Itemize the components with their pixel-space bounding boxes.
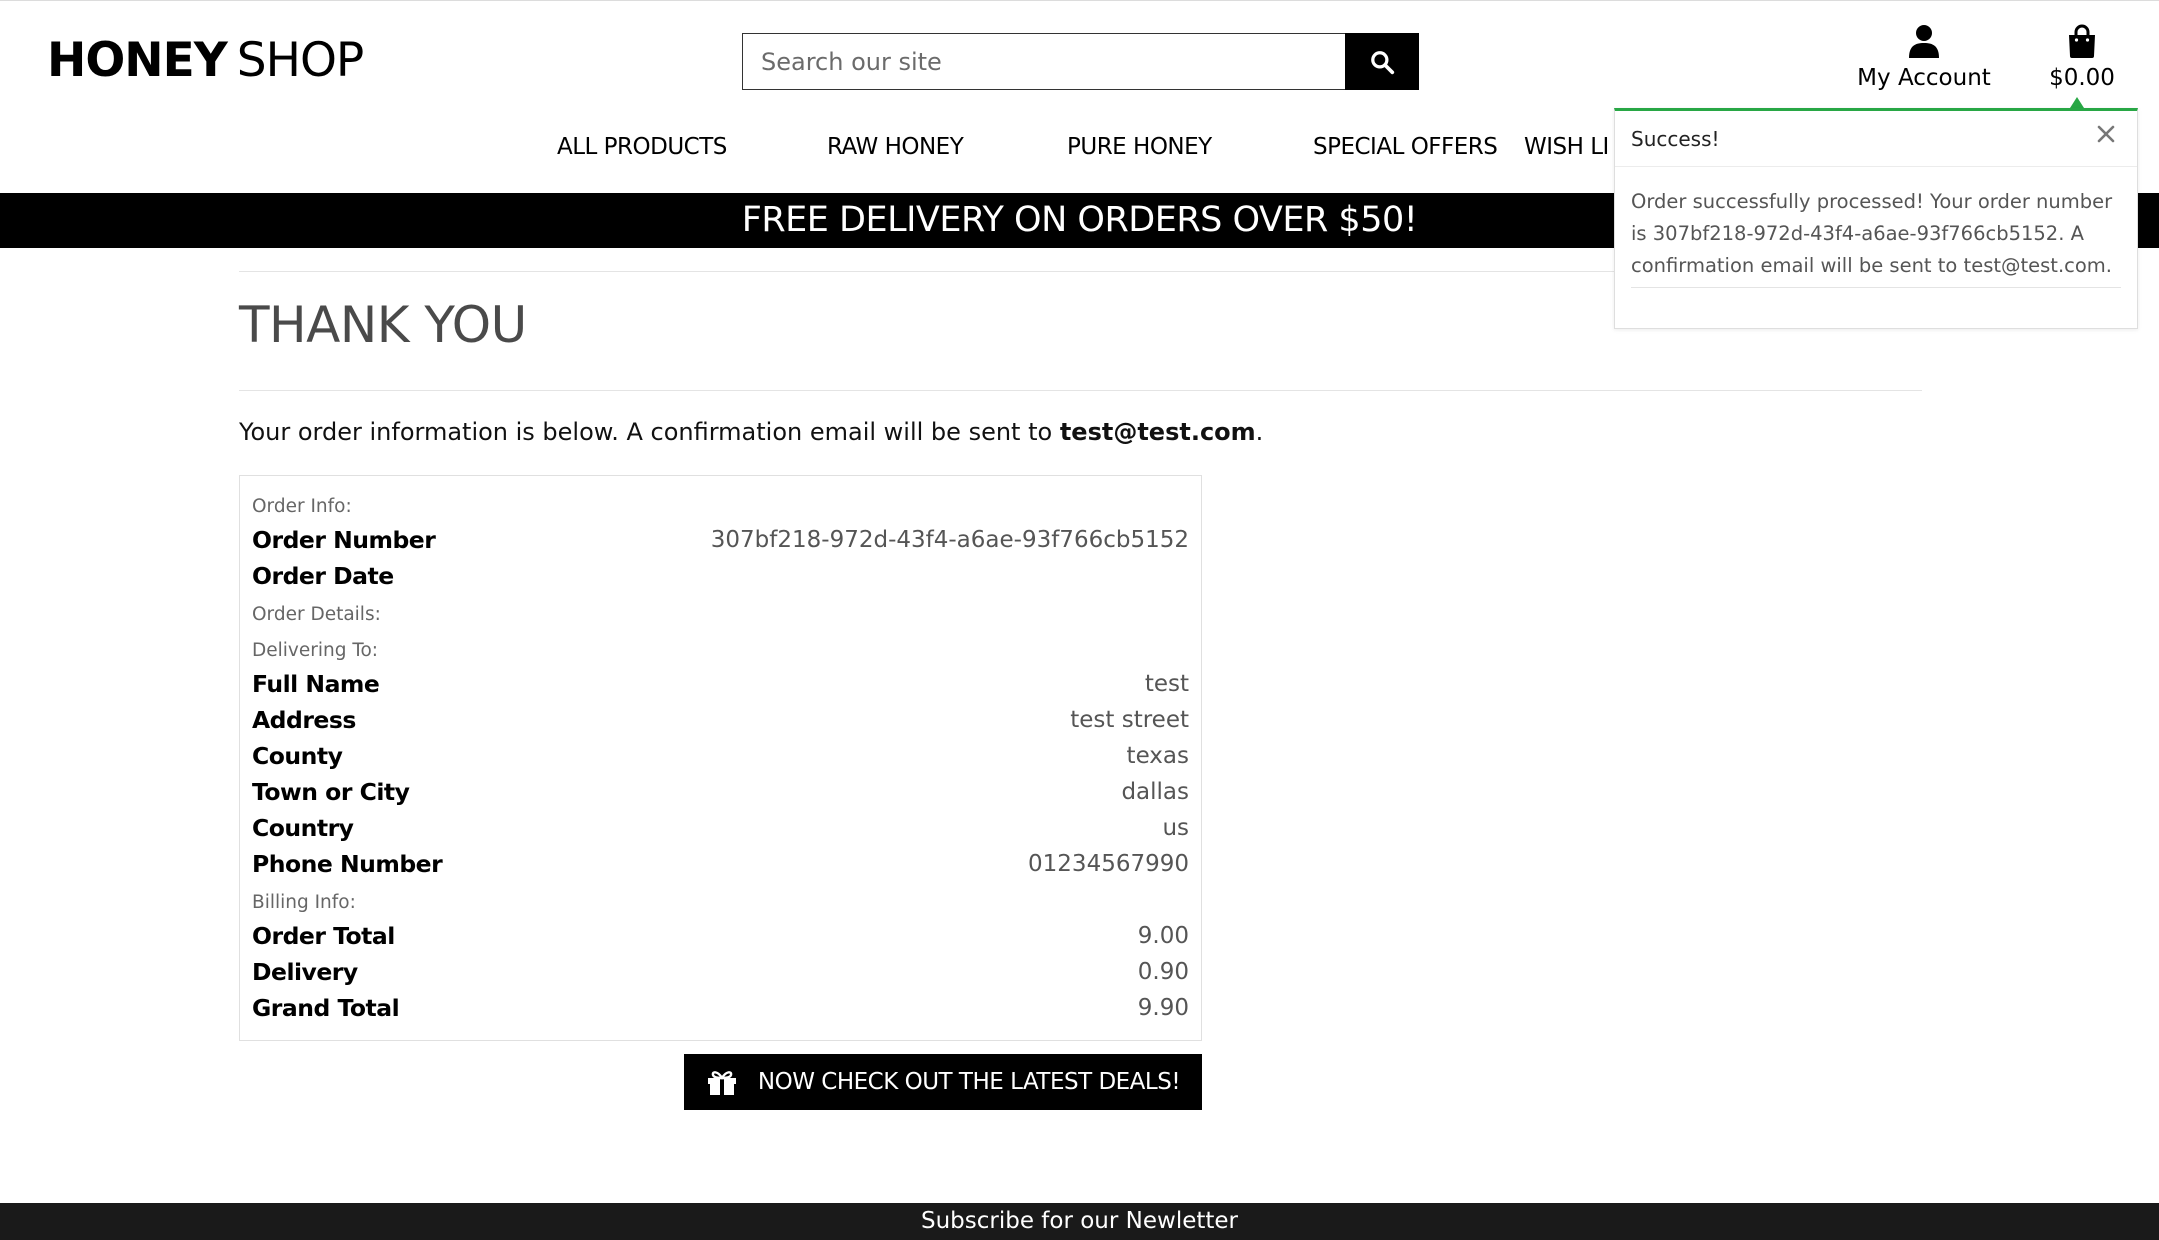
section-delivering-to: Delivering To: [252, 640, 379, 661]
order-date-label: Order Date [252, 562, 394, 590]
intro-end: . [1255, 418, 1264, 446]
toast-close-button[interactable] [2093, 121, 2119, 147]
town-label: Town or City [252, 778, 410, 806]
intro-email: test@test.com [1059, 418, 1256, 446]
search-input[interactable] [742, 33, 1345, 90]
address-value: test street [1070, 707, 1189, 733]
divider [239, 390, 1922, 391]
user-icon [1909, 25, 1939, 58]
phone-value: 01234567990 [1028, 851, 1189, 877]
order-total-value: 9.00 [1137, 923, 1189, 949]
phone-label: Phone Number [252, 850, 443, 878]
nav-pure-honey[interactable]: PURE HONEY [1067, 134, 1212, 170]
address-row: Address test street [252, 706, 1189, 734]
full-name-label: Full Name [252, 670, 380, 698]
toast-divider [1615, 166, 2137, 167]
search-form [742, 33, 1419, 90]
delivery-label: Delivery [252, 958, 358, 986]
nav-raw-honey[interactable]: RAW HONEY [827, 134, 964, 170]
county-row: County texas [252, 742, 1189, 770]
county-value: texas [1126, 743, 1189, 769]
grand-total-value: 9.90 [1137, 995, 1189, 1021]
page-title: THANK YOU [239, 296, 527, 354]
logo-light-text: SHOP [236, 33, 365, 88]
grand-total-row: Grand Total 9.90 [252, 994, 1189, 1022]
toast-arrow [2070, 97, 2084, 108]
shopping-bag-link[interactable]: $0.00 [2044, 24, 2120, 91]
order-intro-text: Your order information is below. A confi… [239, 418, 1263, 446]
section-billing-info: Billing Info: [252, 892, 356, 913]
search-button[interactable] [1345, 33, 1419, 90]
my-account-link[interactable]: My Account [1856, 24, 1992, 91]
bag-total: $0.00 [2049, 65, 2115, 91]
site-logo[interactable]: HONEY SHOP [47, 30, 365, 92]
gift-icon [707, 1071, 736, 1095]
delivery-row: Delivery 0.90 [252, 958, 1189, 986]
order-number-row: Order Number 307bf218-972d-43f4-a6ae-93f… [252, 526, 1189, 554]
shopping-bag-icon [2069, 24, 2095, 58]
delivery-value: 0.90 [1137, 959, 1189, 985]
close-icon [2097, 125, 2115, 143]
section-order-info: Order Info: [252, 496, 352, 517]
full-name-row: Full Name test [252, 670, 1189, 698]
newsletter-footer: Subscribe for our Newletter [0, 1203, 2159, 1240]
top-border [0, 0, 2159, 1]
order-summary: Order Info: Order Number 307bf218-972d-4… [239, 475, 1202, 1041]
country-row: Country us [252, 814, 1189, 842]
section-order-details: Order Details: [252, 604, 381, 625]
toast-title: Success! [1631, 127, 1720, 151]
county-label: County [252, 742, 343, 770]
latest-deals-label: NOW CHECK OUT THE LATEST DEALS! [757, 1069, 1181, 1095]
order-number-value: 307bf218-972d-43f4-a6ae-93f766cb5152 [710, 527, 1189, 553]
nav-wish-list[interactable]: WISH LI [1524, 134, 1609, 170]
order-total-label: Order Total [252, 922, 395, 950]
order-date-row: Order Date [252, 562, 1189, 590]
nav-special-offers[interactable]: SPECIAL OFFERS [1313, 134, 1498, 170]
order-number-label: Order Number [252, 526, 436, 554]
order-total-row: Order Total 9.00 [252, 922, 1189, 950]
my-account-label: My Account [1857, 65, 1991, 91]
toast-message: Order successfully processed! Your order… [1631, 190, 2113, 277]
country-value: us [1162, 815, 1189, 841]
intro-text: Your order information is below. A confi… [239, 418, 1060, 446]
address-label: Address [252, 706, 356, 734]
logo-bold-text: HONEY [47, 33, 228, 88]
nav-all-products[interactable]: ALL PRODUCTS [557, 134, 727, 170]
phone-row: Phone Number 01234567990 [252, 850, 1189, 878]
town-row: Town or City dallas [252, 778, 1189, 806]
full-name-value: test [1144, 671, 1189, 697]
latest-deals-button[interactable]: NOW CHECK OUT THE LATEST DEALS! [684, 1054, 1202, 1110]
country-label: Country [252, 814, 354, 842]
town-value: dallas [1121, 779, 1189, 805]
toast-footer-divider [1631, 287, 2121, 288]
search-icon [1371, 50, 1395, 74]
success-toast: Success! Order successfully processed! Y… [1614, 108, 2138, 329]
grand-total-label: Grand Total [252, 994, 400, 1022]
